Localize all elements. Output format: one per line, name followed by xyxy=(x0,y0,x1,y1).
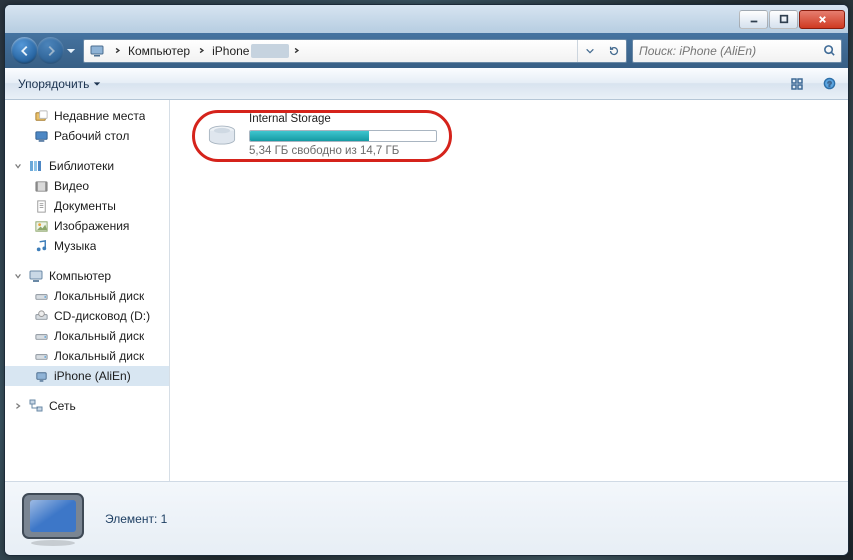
breadcrumb-chevron[interactable] xyxy=(194,40,208,62)
hard-drive-icon xyxy=(33,348,49,364)
sidebar-item-local-disk[interactable]: Локальный диск xyxy=(5,346,169,366)
network-icon xyxy=(28,398,44,414)
hard-drive-icon xyxy=(33,328,49,344)
forward-button[interactable] xyxy=(37,37,64,64)
sidebar-item-pictures[interactable]: Изображения xyxy=(5,216,169,236)
titlebar xyxy=(5,5,848,33)
search-input[interactable] xyxy=(633,44,818,58)
breadcrumb-chevron[interactable] xyxy=(289,40,303,62)
libraries-icon xyxy=(28,158,44,174)
maximize-button[interactable] xyxy=(769,10,798,29)
expander-icon xyxy=(13,162,23,170)
expander-icon xyxy=(13,272,23,280)
breadcrumb-root[interactable]: Компьютер xyxy=(124,40,194,62)
sidebar-item-documents[interactable]: Документы xyxy=(5,196,169,216)
organize-label: Упорядочить xyxy=(18,77,89,91)
storage-free-text: 5,34 ГБ свободно из 14,7 ГБ xyxy=(249,145,437,159)
sidebar-header-computer[interactable]: Компьютер xyxy=(5,266,169,286)
device-large-icon xyxy=(17,488,89,550)
refresh-button[interactable] xyxy=(602,40,626,62)
sidebar-item-videos[interactable]: Видео xyxy=(5,176,169,196)
expander-icon xyxy=(13,402,23,410)
address-bar[interactable]: Компьютер iPhone xyxy=(83,39,627,63)
explorer-window: Компьютер iPhone xyxy=(4,4,849,556)
pictures-icon xyxy=(33,218,49,234)
navigation-tree: Недавние места Рабочий стол xyxy=(5,100,170,481)
sidebar-header-libraries[interactable]: Библиотеки xyxy=(5,156,169,176)
recent-places-icon xyxy=(33,108,49,124)
cd-drive-icon xyxy=(33,308,49,324)
back-button[interactable] xyxy=(11,37,38,64)
documents-icon xyxy=(33,198,49,214)
sidebar-item-recent[interactable]: Недавние места xyxy=(5,106,169,126)
organize-button[interactable]: Упорядочить xyxy=(11,73,108,95)
video-icon xyxy=(33,178,49,194)
breadcrumb-device[interactable]: iPhone xyxy=(208,40,253,62)
close-button[interactable] xyxy=(799,10,845,29)
sidebar-item-music[interactable]: Музыка xyxy=(5,236,169,256)
minimize-button[interactable] xyxy=(739,10,768,29)
music-icon xyxy=(33,238,49,254)
view-options-button[interactable] xyxy=(784,72,810,96)
storage-usage-bar xyxy=(249,130,437,142)
sidebar-item-local-disk[interactable]: Локальный диск xyxy=(5,286,169,306)
details-count: Элемент: 1 xyxy=(105,512,167,526)
search-icon[interactable] xyxy=(818,44,841,57)
device-icon xyxy=(33,368,49,384)
sidebar-header-network[interactable]: Сеть xyxy=(5,396,169,416)
computer-icon xyxy=(28,268,44,284)
help-button[interactable]: ? xyxy=(816,72,842,96)
toolbar: Упорядочить ? xyxy=(5,68,848,100)
sidebar-item-iphone[interactable]: iPhone (AliEn) xyxy=(5,366,169,386)
internal-storage-icon xyxy=(203,117,241,155)
device-icon xyxy=(86,40,108,62)
navigation-bar: Компьютер iPhone xyxy=(5,33,848,68)
storage-name: Internal Storage xyxy=(249,113,437,127)
address-history-button[interactable] xyxy=(578,40,602,62)
desktop-icon xyxy=(33,128,49,144)
content-area: Internal Storage 5,34 ГБ свободно из 14,… xyxy=(170,100,848,481)
details-pane: Элемент: 1 xyxy=(5,481,848,555)
svg-text:?: ? xyxy=(827,79,831,88)
sidebar-item-cd-drive[interactable]: CD-дисковод (D:) xyxy=(5,306,169,326)
storage-usage-fill xyxy=(250,131,369,141)
search-box[interactable] xyxy=(632,39,842,63)
sidebar-item-desktop[interactable]: Рабочий стол xyxy=(5,126,169,146)
storage-drive-card[interactable]: Internal Storage 5,34 ГБ свободно из 14,… xyxy=(192,110,452,162)
breadcrumb-chevron[interactable] xyxy=(110,40,124,62)
history-dropdown-button[interactable] xyxy=(63,37,78,64)
breadcrumb-device-extra xyxy=(251,44,289,58)
sidebar-item-local-disk[interactable]: Локальный диск xyxy=(5,326,169,346)
hard-drive-icon xyxy=(33,288,49,304)
